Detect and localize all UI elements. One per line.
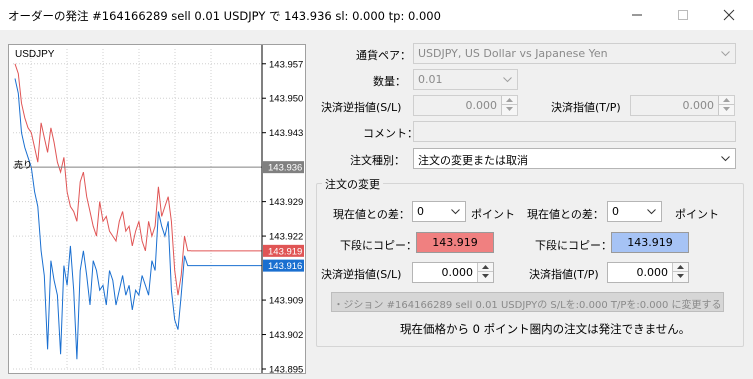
chart-canvas: 売り 143.957 143.950 143.943 143.929 143.922 14… (13, 45, 304, 374)
current-price-tag: 143.936 (268, 163, 302, 174)
modify-position-label: ・ジション #164166289 sell 0.01 USDJPYの S/Lを:… (333, 300, 722, 311)
bid-price-tag: 143.916 (268, 261, 302, 272)
modify-sl-value: 0.000 (441, 266, 474, 279)
comment-label: コメント： (363, 127, 418, 140)
modify-sl-field[interactable]: 0.000 (412, 262, 494, 283)
chevron-down-icon (721, 156, 730, 162)
axis-tick-label: 143.929 (269, 197, 303, 208)
right-tp-label: 決済指値(T/P) (529, 268, 599, 281)
order-type-label: 注文種別： (350, 154, 405, 167)
sl-value: 0.000 (465, 99, 498, 112)
left-sl-label: 決済逆指値(S/L) (321, 268, 402, 281)
axis-tick-label: 143.902 (269, 330, 303, 341)
arrow-down-icon (482, 274, 489, 278)
chevron-down-icon (451, 209, 460, 215)
chevron-down-icon (647, 209, 656, 215)
tp-label: 決済指値(T/P) (551, 101, 621, 114)
copy-tp-button[interactable]: 143.919 (611, 232, 689, 253)
sl-field[interactable]: 0.000 (413, 95, 518, 116)
volume-label: 数量： (373, 75, 406, 88)
axis-tick-label: 143.895 (269, 365, 303, 374)
left-copy-label: 下段にコピー： (340, 239, 417, 252)
tp-field[interactable]: 0.000 (630, 95, 735, 116)
left-diff-select[interactable]: 0 (412, 201, 466, 222)
arrow-down-icon (677, 274, 684, 278)
minimize-icon (632, 14, 642, 16)
left-diff-label: 現在値との差： (333, 208, 410, 221)
order-line-label: 売り (14, 159, 32, 171)
right-diff-label: 現在値との差： (527, 208, 604, 221)
order-type-value: 注文の変更または取消 (418, 154, 528, 167)
arrow-down-icon (723, 107, 730, 111)
modify-position-button[interactable]: ・ジション #164166289 sell 0.01 USDJPYの S/Lを:… (331, 292, 724, 312)
tp-value: 0.000 (682, 99, 715, 112)
symbol-value: USDJPY, US Dollar vs Japanese Yen (418, 47, 608, 60)
modify-sl-spinner[interactable] (477, 263, 493, 282)
chevron-down-icon (721, 51, 730, 57)
left-diff-value: 0 (417, 205, 424, 218)
arrow-up-icon (506, 98, 513, 102)
right-points-label: ポイント (675, 208, 719, 221)
tick-chart: 売り 143.957 143.950 143.943 143.929 143.922 14… (8, 44, 306, 374)
tp-spinner[interactable] (718, 96, 734, 115)
maximize-icon (678, 10, 688, 20)
modify-tp-spinner[interactable] (672, 263, 688, 282)
right-diff-value: 0 (612, 205, 619, 218)
modify-group-title: 注文の変更 (322, 176, 383, 192)
arrow-up-icon (482, 265, 489, 269)
modify-tp-field[interactable]: 0.000 (607, 262, 689, 283)
volume-value: 0.01 (418, 73, 443, 86)
sl-label: 決済逆指値(S/L) (321, 101, 402, 114)
minimize-button[interactable] (614, 0, 660, 30)
notice-text: 現在価格から 0 ポイント圏内の注文は発注できません。 (400, 322, 691, 336)
arrow-down-icon (506, 107, 513, 111)
close-icon (723, 9, 735, 21)
copy-sl-value: 143.919 (432, 236, 478, 249)
copy-tp-value: 143.919 (627, 236, 673, 249)
arrow-up-icon (677, 265, 684, 269)
symbol-select[interactable]: USDJPY, US Dollar vs Japanese Yen (413, 43, 736, 64)
axis-tick-label: 143.922 (269, 232, 303, 243)
sl-spinner[interactable] (501, 96, 517, 115)
ask-price-tag: 143.919 (268, 246, 302, 257)
title-bar: オーダーの発注 #164166289 sell 0.01 USDJPY で 14… (0, 0, 753, 30)
comment-field[interactable] (413, 121, 736, 142)
arrow-up-icon (723, 98, 730, 102)
modify-tp-value: 0.000 (636, 266, 669, 279)
window-title: オーダーの発注 #164166289 sell 0.01 USDJPY で 14… (8, 9, 441, 23)
symbol-label: 通貨ペア： (356, 49, 411, 62)
copy-sl-button[interactable]: 143.919 (416, 232, 494, 253)
right-diff-select[interactable]: 0 (607, 201, 662, 222)
axis-tick-label: 143.943 (269, 128, 303, 139)
axis-tick-label: 143.909 (269, 296, 303, 307)
volume-select[interactable]: 0.01 (413, 69, 518, 90)
maximize-button[interactable] (660, 0, 706, 30)
chevron-down-icon (503, 77, 512, 83)
close-button[interactable] (706, 0, 752, 30)
right-copy-label: 下段にコピー： (535, 239, 612, 252)
order-type-select[interactable]: 注文の変更または取消 (413, 148, 736, 169)
chart-symbol: USDJPY (15, 49, 55, 60)
axis-tick-label: 143.957 (269, 59, 303, 70)
axis-tick-label: 143.950 (269, 94, 303, 105)
left-points-label: ポイント (471, 208, 515, 221)
